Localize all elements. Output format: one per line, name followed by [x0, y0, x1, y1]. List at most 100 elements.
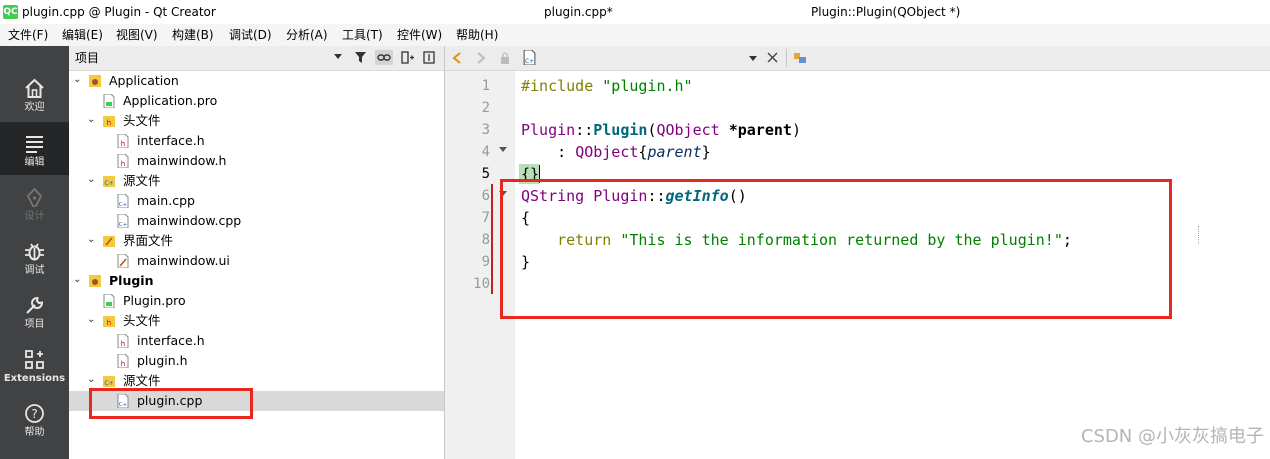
expand-arrow-icon[interactable]: ⌄ [73, 275, 83, 285]
tree-item-label: plugin.h [137, 353, 188, 368]
editor-file-tab[interactable]: plugin.cpp* [544, 5, 613, 19]
expand-arrow-icon[interactable]: ⌄ [87, 375, 97, 385]
code-line: Plugin::Plugin(QObject *parent) [521, 121, 801, 139]
menu-analyze[interactable]: 分析(A) [286, 27, 328, 43]
expand-arrow-icon[interactable]: ⌄ [73, 75, 83, 85]
chevron-down-icon[interactable] [334, 54, 342, 60]
menu-controls[interactable]: 控件(W) [397, 27, 442, 43]
editor-toolbar [445, 46, 1270, 71]
tree-item-label: main.cpp [137, 193, 195, 208]
mode-welcome[interactable]: 欢迎 [0, 67, 69, 120]
highlight-box-file [89, 388, 253, 419]
svg-text:C+: C+ [104, 380, 113, 387]
menu-file[interactable]: 文件(F) [8, 27, 48, 43]
header-file-icon: h [117, 354, 129, 368]
mode-extensions[interactable]: Extensions [0, 338, 69, 391]
tree-item-project[interactable]: ⌄ Plugin [69, 271, 444, 291]
tree-item-file[interactable]: h interface.h [69, 131, 444, 151]
current-symbol[interactable]: Plugin::Plugin(QObject *) [811, 5, 960, 19]
svg-text:C+: C+ [119, 222, 128, 228]
line-number: 6 [481, 188, 490, 204]
svg-text:h: h [121, 340, 125, 348]
code-line: #include "plugin.h" [521, 77, 693, 95]
bug-icon [25, 243, 44, 261]
tree-item-label: interface.h [137, 333, 205, 348]
tree-item-label: 源文件 [123, 373, 161, 388]
chevron-down-icon[interactable] [749, 56, 757, 62]
expand-arrow-icon[interactable]: ⌄ [87, 315, 97, 325]
expand-arrow-icon[interactable]: ⌄ [87, 115, 97, 125]
line-number: 4 [481, 144, 490, 160]
header-folder-icon: h [103, 116, 115, 127]
line-number: 3 [481, 122, 490, 138]
line-number: 1 [481, 78, 490, 94]
tree-item-file[interactable]: Application.pro [69, 91, 444, 111]
tree-item-file[interactable]: h plugin.h [69, 351, 444, 371]
tree-item-folder[interactable]: ⌄ h 头文件 [69, 311, 444, 331]
svg-text:h: h [121, 140, 125, 148]
mode-label: 设计 [24, 211, 45, 222]
project-icon [89, 275, 101, 287]
close-icon[interactable] [767, 52, 778, 63]
header-file-icon: h [117, 334, 129, 348]
tree-item-file[interactable]: C+ main.cpp [69, 191, 444, 211]
tree-item-file[interactable]: C+ mainwindow.cpp [69, 211, 444, 231]
svg-text:C+: C+ [525, 59, 534, 65]
tree-item-label: Plugin.pro [123, 293, 186, 308]
fold-arrow-icon[interactable] [499, 147, 507, 153]
tree-item-file[interactable]: h interface.h [69, 331, 444, 351]
tree-item-project[interactable]: ⌄ Application [69, 71, 444, 91]
filter-icon[interactable] [354, 51, 367, 64]
header-file-icon: h [117, 154, 129, 168]
pro-file-icon [103, 294, 115, 308]
svg-text:C+: C+ [119, 202, 128, 208]
tree-item-label: mainwindow.h [137, 153, 227, 168]
tree-item-file[interactable]: mainwindow.ui [69, 251, 444, 271]
pro-file-icon [103, 94, 115, 108]
project-panel-title: 项目 [75, 51, 100, 65]
tree-item-label: mainwindow.ui [137, 253, 230, 268]
close-panel-icon[interactable] [423, 51, 435, 64]
split-icon[interactable] [401, 51, 415, 64]
header-file-icon: h [117, 134, 129, 148]
tree-item-folder[interactable]: ⌄ h 头文件 [69, 111, 444, 131]
tree-item-label: 界面文件 [123, 233, 174, 248]
code-line: : QObject{parent} [557, 143, 711, 161]
mode-design[interactable]: 设计 [0, 176, 69, 229]
watermark: CSDN @小灰灰搞电子 [1080, 426, 1264, 447]
expand-arrow-icon[interactable]: ⌄ [87, 175, 97, 185]
wrench-icon [26, 297, 43, 314]
line-number-current: 5 [481, 166, 490, 182]
mode-help[interactable]: ? 帮助 [0, 392, 69, 445]
tree-item-label: mainwindow.cpp [137, 213, 242, 228]
divider [786, 49, 787, 67]
menu-build[interactable]: 构建(B) [172, 27, 214, 43]
expand-arrow-icon[interactable]: ⌄ [87, 235, 97, 245]
mode-edit[interactable]: 编辑 [0, 122, 69, 175]
header-folder-icon: h [103, 316, 115, 327]
mode-debug[interactable]: 调试 [0, 230, 69, 283]
line-number: 10 [473, 276, 490, 292]
menu-view[interactable]: 视图(V) [116, 27, 158, 43]
mode-label: 调试 [24, 265, 45, 276]
menu-edit[interactable]: 编辑(E) [62, 27, 103, 43]
tree-item-file[interactable]: h mainwindow.h [69, 151, 444, 171]
back-arrow-icon[interactable] [452, 52, 462, 64]
svg-text:?: ? [31, 407, 37, 421]
link-icon[interactable] [375, 50, 393, 65]
tree-item-folder[interactable]: ⌄ C+ 源文件 [69, 171, 444, 191]
menu-tools[interactable]: 工具(T) [342, 27, 383, 43]
source-folder-icon: C+ [103, 176, 115, 187]
tree-item-label: Plugin [109, 273, 154, 288]
ui-file-icon [117, 254, 129, 268]
ui-folder-icon [103, 236, 115, 247]
help-icon: ? [25, 404, 44, 423]
tree-item-folder[interactable]: ⌄ 界面文件 [69, 231, 444, 251]
forward-arrow-icon[interactable] [476, 52, 486, 64]
tree-item-file[interactable]: Plugin.pro [69, 291, 444, 311]
line-number: 7 [481, 210, 490, 226]
menu-help[interactable]: 帮助(H) [456, 27, 498, 43]
menu-debug[interactable]: 调试(D) [229, 27, 272, 43]
highlight-box-code [500, 179, 1172, 319]
mode-projects[interactable]: 项目 [0, 284, 69, 337]
